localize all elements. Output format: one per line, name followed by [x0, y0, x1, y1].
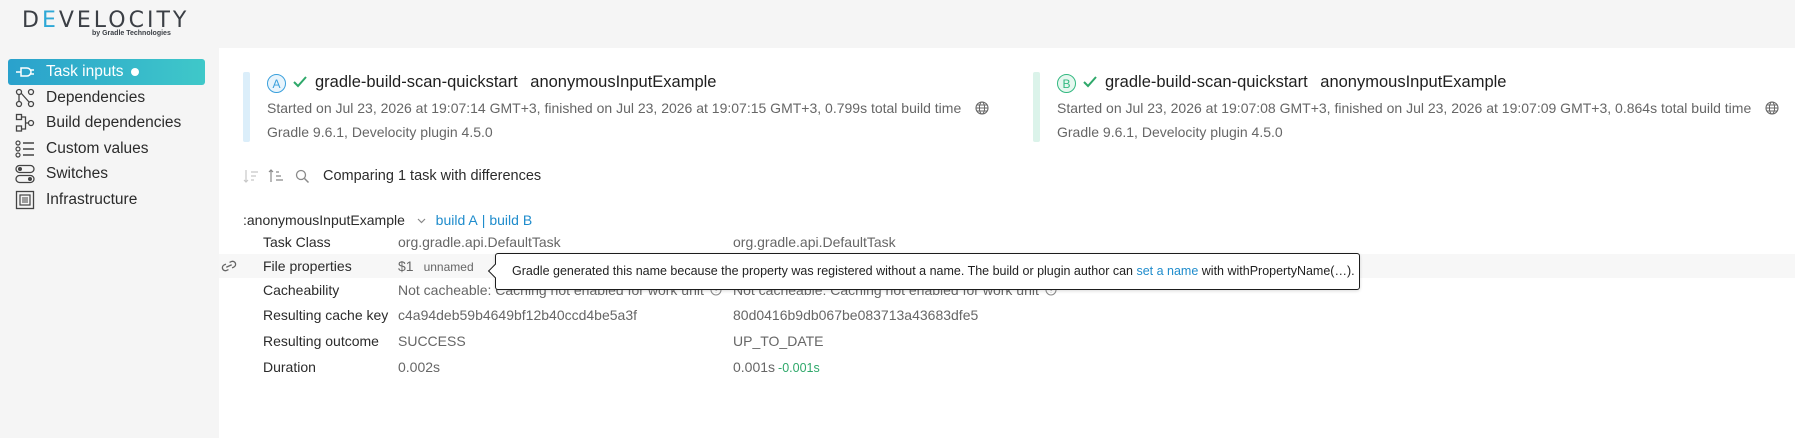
build-b-accent-bar — [1033, 72, 1040, 142]
link-separator: | — [481, 212, 486, 228]
sidebar-item-label: Task inputs — [46, 63, 124, 80]
build-a-title[interactable]: gradle-build-scan-quickstart anonymousIn… — [315, 73, 716, 92]
success-check-icon — [1082, 75, 1098, 94]
sidebar-item-label: Switches — [46, 165, 109, 182]
build-b-timing: Started on Jul 23, 2026 at 19:07:08 GMT+… — [1057, 100, 1779, 118]
build-a-versions: Gradle 9.6.1, Develocity plugin 4.5.0 — [267, 124, 493, 140]
cache-key-a: c4a94deb59b4649bf12b40ccd4be5a3f — [398, 307, 638, 323]
build-b-link[interactable]: build B — [489, 212, 532, 228]
top-bar: DEVELOCITY by Gradle Technologies — [0, 0, 1795, 48]
success-check-icon — [292, 75, 308, 94]
build-b-summary: B gradle-build-scan-quickstart anonymous… — [1033, 72, 1793, 144]
comparison-summary: Comparing 1 task with differences — [323, 168, 542, 184]
develocity-logo[interactable]: DEVELOCITY by Gradle Technologies — [22, 8, 189, 37]
build-a-accent-bar — [243, 72, 250, 142]
logo-text: D — [22, 8, 42, 33]
cache-key-b: 80d0416b9db067be083713a43683dfe5 — [733, 307, 979, 323]
set-a-name-link[interactable]: set a name — [1136, 264, 1198, 278]
row-cache-key: Resulting cache key c4a94deb59b4649bf12b… — [263, 307, 979, 323]
sidebar-item-task-inputs[interactable]: Task inputs — [8, 59, 205, 85]
task-name: :anonymousInputExample — [243, 212, 405, 228]
link-icon[interactable] — [221, 259, 237, 275]
row-outcome: Resulting outcome SUCCESS UP_TO_DATE — [263, 333, 824, 349]
plug-icon — [14, 61, 36, 83]
sort-descending-icon[interactable] — [243, 169, 259, 183]
sidebar-item-build-dependencies[interactable]: Build dependencies — [8, 110, 205, 136]
logo-text-accent: E — [41, 8, 59, 33]
duration-diff: -0.001s — [778, 361, 820, 375]
sidebar-item-infrastructure[interactable]: Infrastructure — [8, 187, 205, 213]
list-icon — [14, 138, 36, 160]
file-properties-a: $1 unnamed — [398, 258, 474, 274]
toggle-icon — [14, 163, 36, 185]
row-duration: Duration 0.002s 0.001s -0.001s — [263, 359, 820, 375]
outcome-a: SUCCESS — [398, 333, 466, 349]
unnamed-tag[interactable]: unnamed — [424, 260, 474, 274]
row-task-class: Task Class org.gradle.api.DefaultTask or… — [263, 234, 896, 250]
sidebar-item-label: Build dependencies — [46, 114, 182, 131]
globe-icon[interactable] — [1765, 101, 1779, 118]
sidebar-item-switches[interactable]: Switches — [8, 161, 205, 187]
unnamed-property-tooltip: Gradle generated this name because the p… — [487, 253, 1360, 290]
build-b-versions: Gradle 9.6.1, Develocity plugin 4.5.0 — [1057, 124, 1283, 140]
task-class-a: org.gradle.api.DefaultTask — [398, 234, 561, 250]
comparison-toolbar: Comparing 1 task with differences — [243, 166, 541, 186]
sidebar-item-label: Dependencies — [46, 89, 146, 106]
search-icon[interactable] — [295, 169, 310, 184]
sidebar-item-label: Custom values — [46, 140, 149, 157]
duration-b: 0.001s -0.001s — [733, 359, 820, 375]
sort-ascending-icon[interactable] — [268, 169, 286, 183]
sidebar-item-dependencies[interactable]: Dependencies — [8, 85, 205, 111]
logo-subtitle: by Gradle Technologies — [92, 30, 171, 37]
globe-icon[interactable] — [975, 101, 989, 118]
task-class-b: org.gradle.api.DefaultTask — [733, 234, 896, 250]
build-b-title[interactable]: gradle-build-scan-quickstart anonymousIn… — [1105, 73, 1506, 92]
duration-a: 0.002s — [398, 359, 441, 375]
sidebar: Task inputs Dependencies Build dependenc… — [0, 48, 219, 438]
build-a-link[interactable]: build A — [436, 212, 478, 228]
main-content: A gradle-build-scan-quickstart anonymous… — [219, 48, 1795, 438]
build-b-badge: B — [1057, 74, 1076, 93]
active-indicator-dot — [130, 68, 139, 76]
server-icon — [14, 189, 36, 211]
build-dependency-icon — [14, 112, 36, 134]
build-a-project: gradle-build-scan-quickstart — [315, 73, 518, 91]
build-a-badge: A — [267, 74, 286, 93]
sidebar-item-custom-values[interactable]: Custom values — [8, 136, 205, 162]
chevron-down-icon[interactable] — [417, 211, 426, 227]
build-a-timing: Started on Jul 23, 2026 at 19:07:14 GMT+… — [267, 100, 989, 118]
build-a-summary: A gradle-build-scan-quickstart anonymous… — [243, 72, 1003, 144]
dependency-tree-icon — [14, 87, 36, 109]
sidebar-item-label: Infrastructure — [46, 191, 138, 208]
outcome-b: UP_TO_DATE — [733, 333, 824, 349]
build-b-task: anonymousInputExample — [1320, 73, 1507, 91]
build-a-task: anonymousInputExample — [530, 73, 717, 91]
task-header: :anonymousInputExample build A | build B — [243, 211, 532, 228]
build-b-project: gradle-build-scan-quickstart — [1105, 73, 1308, 91]
